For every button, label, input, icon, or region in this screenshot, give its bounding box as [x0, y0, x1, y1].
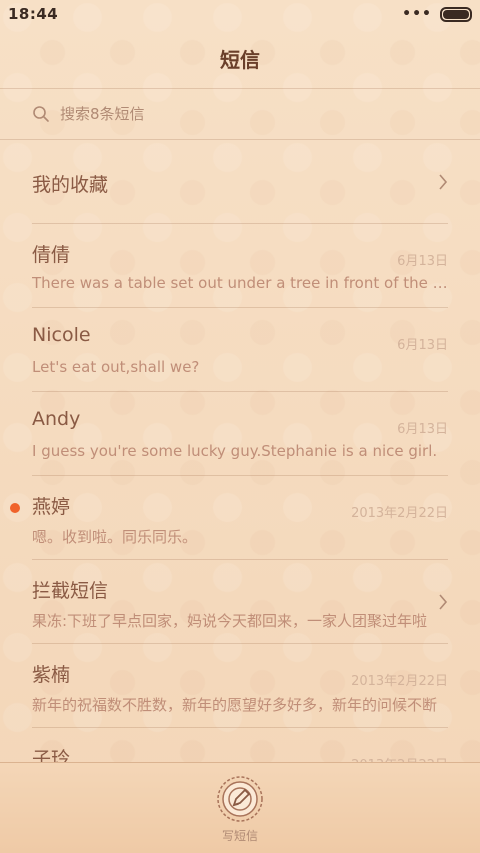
message-date: 2013年2月22日 — [351, 674, 448, 689]
message-preview: There was a table set out under a tree i… — [32, 274, 448, 292]
status-icons: ••• — [402, 6, 472, 22]
message-date: 2013年2月22日 — [351, 506, 448, 521]
status-time: 18:44 — [8, 5, 59, 23]
message-date: 6月13日 — [397, 254, 448, 269]
more-dots-icon: ••• — [402, 6, 432, 22]
list-item[interactable]: 紫楠 2013年2月22日 新年的祝福数不胜数，新年的愿望好多好多，新年的问候不… — [32, 644, 448, 728]
contact-name: Andy — [32, 408, 81, 430]
message-date: 6月13日 — [397, 422, 448, 437]
bottom-bar: 写短信 — [0, 762, 480, 853]
chevron-right-icon — [439, 594, 448, 610]
favorites-label: 我的收藏 — [32, 174, 109, 196]
contact-name: 拦截短信 — [32, 580, 109, 602]
message-preview: Let's eat out,shall we? — [32, 358, 200, 376]
battery-icon — [440, 6, 472, 22]
search-icon — [33, 105, 49, 122]
compose-button[interactable] — [214, 773, 266, 825]
message-date: 6月13日 — [397, 338, 448, 353]
favorites-row[interactable]: 我的收藏 — [32, 140, 448, 224]
list-item[interactable]: 燕婷 2013年2月22日 嗯。收到啦。同乐同乐。 — [10, 476, 448, 560]
search-bar[interactable]: 搜索8条短信 — [0, 88, 480, 140]
compose-label: 写短信 — [221, 829, 258, 843]
list-item[interactable]: Nicole 6月13日 Let's eat out,shall we? — [32, 308, 448, 392]
blocked-messages-row[interactable]: 拦截短信 果冻:下班了早点回家，妈说今天都回来，一家人团聚过年啦 — [32, 560, 448, 644]
contact-name: 紫楠 — [32, 664, 71, 686]
message-preview: 果冻:下班了早点回家，妈说今天都回来，一家人团聚过年啦 — [32, 612, 428, 630]
contact-name: 燕婷 — [32, 496, 71, 518]
message-preview: 新年的祝福数不胜数，新年的愿望好多好多，新年的问候不断 — [32, 696, 438, 714]
unread-dot-icon — [10, 503, 20, 513]
message-preview: 嗯。收到啦。同乐同乐。 — [32, 528, 198, 546]
list-item[interactable]: 倩倩 6月13日 There was a table set out under… — [32, 224, 448, 308]
page-title: 短信 — [220, 47, 260, 72]
message-preview: I guess you're some lucky guy.Stephanie … — [32, 442, 438, 460]
status-bar: 18:44 ••• — [0, 0, 480, 28]
chevron-right-icon — [439, 174, 448, 190]
search-input[interactable]: 搜索8条短信 — [60, 103, 145, 124]
title-bar: 短信 — [0, 28, 480, 89]
list-item[interactable]: Andy 6月13日 I guess you're some lucky guy… — [32, 392, 448, 476]
contact-name: Nicole — [32, 324, 91, 346]
conversation-list: 我的收藏 倩倩 6月13日 There was a table set out … — [0, 140, 480, 812]
contact-name: 倩倩 — [32, 244, 71, 266]
